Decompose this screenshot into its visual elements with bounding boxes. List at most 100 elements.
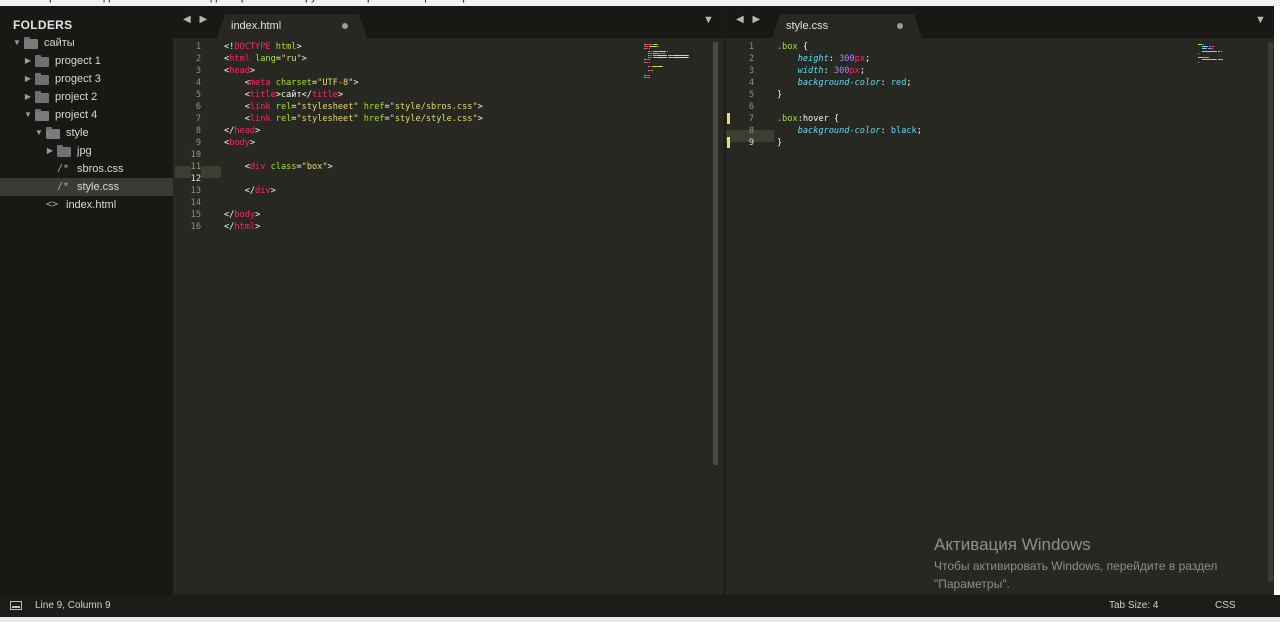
menu-item[interactable]: Поиск bbox=[157, 0, 187, 3]
minimap-token bbox=[663, 52, 665, 54]
sidebar-item-label: project 4 bbox=[55, 109, 98, 121]
disclosure-collapsed-icon[interactable]: ▶ bbox=[45, 142, 55, 160]
html-file-icon: <> bbox=[46, 199, 59, 210]
sidebar-item-project-2[interactable]: ▶ project 2 bbox=[0, 88, 173, 106]
disclosure-expanded-icon[interactable]: ▼ bbox=[12, 34, 22, 52]
folder-icon bbox=[35, 91, 49, 103]
line-number: 8 bbox=[195, 126, 201, 136]
minimap-token bbox=[1198, 44, 1202, 45]
line-number: 3 bbox=[195, 66, 201, 76]
sidebar-item-label: сайты bbox=[44, 37, 75, 49]
minimap-token bbox=[656, 57, 668, 59]
sidebar-item-сайты[interactable]: ▼ сайты bbox=[0, 34, 173, 52]
tab-nav-arrows-right[interactable]: ◀ ▶ bbox=[736, 14, 763, 25]
sidebar-item-label: sbros.css bbox=[77, 163, 124, 175]
modified-line-marker bbox=[727, 113, 730, 124]
folder-icon bbox=[35, 73, 49, 85]
menu-item[interactable]: Правка bbox=[41, 0, 78, 3]
code-text: background-color: red; bbox=[797, 78, 912, 88]
tab-size-selector[interactable]: Tab Size: 4 bbox=[1109, 595, 1158, 617]
code-text: <title>сайт</title> bbox=[224, 90, 344, 100]
code-text: } bbox=[777, 138, 783, 148]
sidebar-item-project-4[interactable]: ▼ project 4 bbox=[0, 106, 173, 124]
line-number: 4 bbox=[195, 78, 201, 88]
disclosure-collapsed-icon[interactable]: ▶ bbox=[23, 88, 33, 106]
menu-item[interactable]: Перейти bbox=[227, 0, 271, 3]
css-file-icon: /* bbox=[57, 163, 70, 174]
modified-line-marker bbox=[727, 137, 730, 148]
unsaved-dot-icon bbox=[342, 23, 348, 29]
disclosure-collapsed-icon[interactable]: ▶ bbox=[23, 70, 33, 88]
sidebar-item-sbros-css[interactable]: /* sbros.css bbox=[0, 160, 173, 178]
status-bar: Line 9, Column 9 Tab Size: 4 CSS bbox=[0, 595, 1280, 617]
minimap-token bbox=[648, 50, 653, 52]
sidebar-item-style-css[interactable]: /* style.css bbox=[0, 178, 173, 196]
line-number: 7 bbox=[195, 114, 201, 124]
minimap-token bbox=[1207, 46, 1208, 48]
menu-item[interactable]: Проект bbox=[359, 0, 395, 3]
line-number: 1 bbox=[195, 42, 201, 52]
menu-item[interactable]: Файл bbox=[4, 0, 31, 3]
code-text: width: 300px; bbox=[797, 66, 866, 76]
minimap-token bbox=[648, 55, 653, 56]
minimap-token bbox=[662, 66, 663, 67]
tab-menu-chevron-icon[interactable]: ▼ bbox=[703, 14, 714, 26]
minimap-token bbox=[649, 59, 651, 61]
tab-style-css[interactable]: style.css bbox=[772, 14, 922, 38]
tab-bar-right: ◀ ▶ style.css ▼ bbox=[726, 6, 1274, 38]
editor-pane-left: ◀ ▶ index.html ▼ 1 <!DOCTYPE html> 2 <html … bbox=[173, 6, 724, 595]
line-number: 5 bbox=[748, 90, 754, 100]
minimap-token bbox=[1198, 61, 1199, 63]
folder-icon bbox=[24, 37, 38, 49]
menu-item[interactable]: Вид bbox=[197, 0, 217, 3]
tab-menu-chevron-icon[interactable]: ▼ bbox=[1255, 14, 1266, 26]
sidebar-item-jpg[interactable]: ▶ jpg bbox=[0, 142, 173, 160]
minimap-token bbox=[1201, 57, 1209, 59]
minimap-token bbox=[657, 46, 659, 48]
minimap-token bbox=[1201, 50, 1216, 52]
sidebar-item-index-html[interactable]: <> index.html bbox=[0, 196, 173, 214]
disclosure-expanded-icon[interactable]: ▼ bbox=[34, 124, 44, 142]
line-number: 14 bbox=[190, 198, 201, 208]
minimap-token bbox=[645, 44, 653, 45]
disclosure-expanded-icon[interactable]: ▼ bbox=[23, 106, 33, 124]
syntax-selector[interactable]: CSS bbox=[1215, 595, 1236, 617]
minimap-token bbox=[1222, 59, 1224, 61]
minimap-token bbox=[1213, 46, 1215, 48]
scrollbar-left[interactable] bbox=[713, 42, 718, 465]
line-number: 3 bbox=[748, 66, 754, 76]
menu-item[interactable]: Инструменты bbox=[281, 0, 350, 3]
sidebar-item-style[interactable]: ▼ style bbox=[0, 124, 173, 142]
sidebar-item-progect-1[interactable]: ▶ progect 1 bbox=[0, 52, 173, 70]
minimap-token bbox=[672, 55, 689, 56]
minimap-token bbox=[649, 77, 651, 78]
menu-item[interactable]: Справка bbox=[448, 0, 491, 3]
windows-activation-title: Активация Windows bbox=[934, 535, 1091, 554]
menu-items[interactable]: Файл Правка Выделение Поиск Вид Перейти Инстру… bbox=[4, 0, 502, 3]
tab-index-html[interactable]: index.html bbox=[217, 14, 367, 38]
minimap-token bbox=[649, 74, 651, 76]
disclosure-collapsed-icon[interactable]: ▶ bbox=[23, 52, 33, 70]
sidebar-item-label: jpg bbox=[77, 145, 92, 157]
sidebar: FOLDERS ▼ сайты ▶ progect 1 ▶ progect 3 ▶ proje… bbox=[0, 6, 173, 595]
panel-toggle-icon[interactable] bbox=[10, 601, 22, 610]
unsaved-dot-icon bbox=[897, 23, 903, 29]
tab-nav-arrows-left[interactable]: ◀ ▶ bbox=[183, 14, 210, 25]
sidebar-item-progect-3[interactable]: ▶ progect 3 bbox=[0, 70, 173, 88]
scrollbar-right[interactable] bbox=[1268, 42, 1273, 582]
sidebar-item-label: progect 1 bbox=[55, 55, 101, 67]
minimap-token bbox=[666, 50, 668, 52]
minimap-token bbox=[1216, 50, 1217, 52]
line-number: 16 bbox=[190, 222, 201, 232]
editor-pane-right: ◀ ▶ style.css ▼ 1 .box {2 height: 300px; 3… bbox=[724, 6, 1274, 595]
tab-bar-left: ◀ ▶ index.html ▼ bbox=[173, 6, 724, 38]
line-number: 8 bbox=[748, 126, 754, 136]
line-number: 6 bbox=[748, 102, 754, 112]
menu-item[interactable]: Выделение bbox=[88, 0, 146, 3]
code-text: </div> bbox=[224, 186, 276, 196]
menu-item[interactable]: Опции bbox=[405, 0, 438, 3]
code-text: <link rel="stylesheet" href="style/style… bbox=[224, 114, 483, 124]
editor-window: FOLDERS ▼ сайты ▶ progect 1 ▶ progect 3 ▶ proje… bbox=[0, 6, 1274, 595]
code-text: <link rel="stylesheet" href="style/sbros… bbox=[224, 102, 483, 112]
tab-label: style.css bbox=[786, 20, 829, 32]
